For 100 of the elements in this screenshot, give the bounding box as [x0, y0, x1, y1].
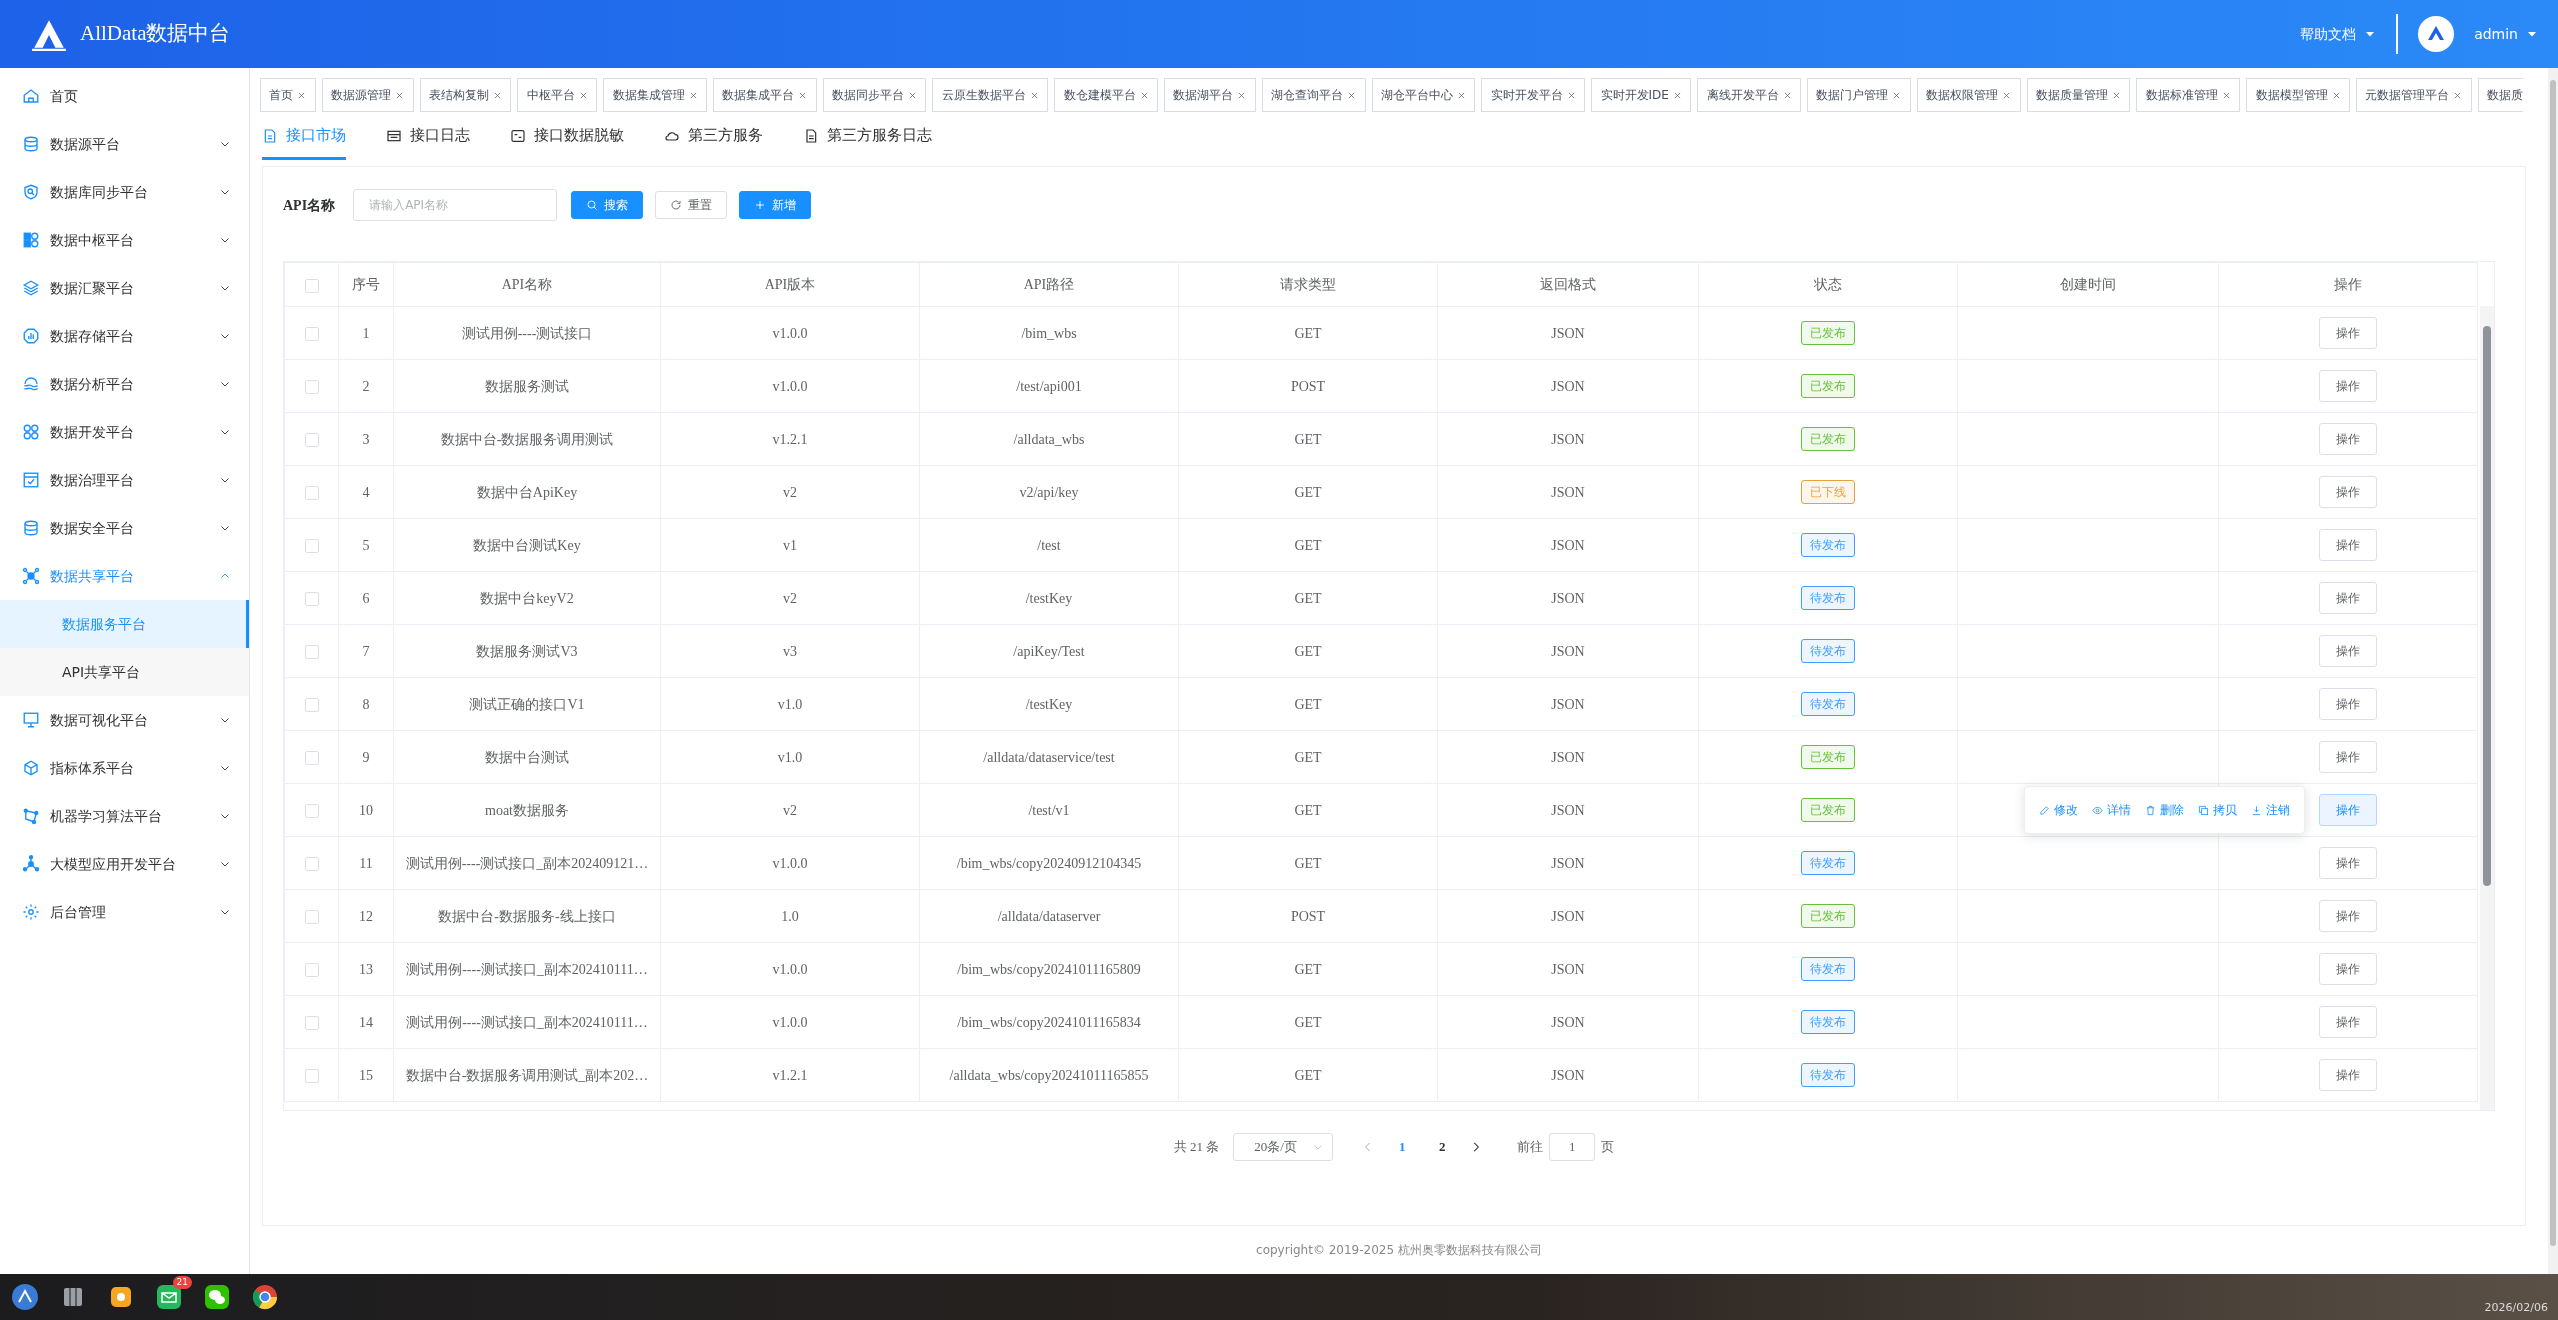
sidebar-item[interactable]: 指标体系平台: [0, 744, 249, 792]
page-input[interactable]: 1: [1549, 1133, 1596, 1161]
close-icon[interactable]: [798, 90, 808, 100]
sidebar-item[interactable]: 后台管理: [0, 888, 249, 936]
checkbox[interactable]: [304, 804, 319, 819]
sidebar-item[interactable]: 数据中枢平台: [0, 216, 249, 264]
close-icon[interactable]: [1029, 90, 1039, 100]
avatar-icon[interactable]: [2418, 16, 2455, 52]
close-icon[interactable]: [395, 90, 405, 100]
page-tab[interactable]: 数据集成平台: [712, 78, 817, 112]
checkbox[interactable]: [304, 1016, 319, 1031]
action-button[interactable]: 操作: [2319, 741, 2377, 773]
close-icon[interactable]: [2002, 90, 2012, 100]
sidebar-item[interactable]: 大模型应用开发平台: [0, 840, 249, 888]
checkbox[interactable]: [304, 486, 319, 501]
page-tab[interactable]: 元数据管理平台: [2356, 78, 2472, 112]
sidebar-item[interactable]: 首页: [0, 72, 249, 120]
tab[interactable]: 接口数据脱敏: [510, 114, 624, 160]
close-icon[interactable]: [1566, 90, 1576, 100]
checkbox[interactable]: [304, 592, 319, 607]
close-icon[interactable]: [2221, 90, 2231, 100]
sidebar-item[interactable]: 数据分析平台: [0, 360, 249, 408]
sidebar-item[interactable]: 数据治理平台: [0, 456, 249, 504]
browser-icon[interactable]: [250, 1282, 280, 1312]
action-button[interactable]: 操作: [2319, 1059, 2377, 1091]
checkbox[interactable]: [304, 698, 319, 713]
page-tab[interactable]: 首页: [260, 78, 316, 112]
close-icon[interactable]: [1457, 90, 1466, 100]
page-tab[interactable]: 实时开发平台: [1481, 78, 1586, 112]
page-tab[interactable]: 数据集成管理: [603, 78, 707, 112]
action-button[interactable]: 操作: [2319, 317, 2377, 349]
action-button[interactable]: 操作: [2319, 476, 2377, 508]
checkbox[interactable]: [304, 645, 319, 660]
table-scrollbar[interactable]: [2480, 306, 2494, 1110]
launcher-icon[interactable]: [10, 1282, 40, 1312]
page-scrollbar[interactable]: [2548, 68, 2558, 1274]
page-tab[interactable]: 数据模型管理: [2246, 78, 2350, 112]
action-button[interactable]: 操作: [2319, 582, 2377, 614]
page-tab[interactable]: 离线开发平台: [1697, 78, 1802, 112]
chat-icon[interactable]: [202, 1282, 232, 1312]
reset-button[interactable]: 重置: [655, 191, 728, 219]
page-tab[interactable]: 数据质量管理: [2026, 78, 2131, 112]
action-button[interactable]: 操作: [2319, 635, 2377, 667]
page-tab[interactable]: 湖仓平台中心: [1371, 78, 1476, 112]
checkbox[interactable]: [304, 539, 319, 554]
page-tab[interactable]: 数据同步平台: [822, 78, 927, 112]
action-button[interactable]: 操作: [2319, 423, 2377, 455]
page-tab[interactable]: 表结构复制: [419, 78, 512, 112]
page-number[interactable]: 2: [1429, 1137, 1456, 1157]
page-tab[interactable]: 数据质: [2477, 78, 2524, 112]
close-icon[interactable]: [2453, 90, 2463, 100]
page-tab[interactable]: 数据权限管理: [1916, 78, 2021, 112]
checkbox[interactable]: [304, 963, 319, 978]
close-icon[interactable]: [688, 90, 698, 100]
sidebar-item[interactable]: 数据可视化平台: [0, 696, 249, 744]
page-tab[interactable]: 实时开发IDE: [1591, 78, 1692, 112]
close-icon[interactable]: [1237, 90, 1247, 100]
page-tab[interactable]: 云原生数据平台: [932, 78, 1049, 112]
close-icon[interactable]: [1672, 90, 1682, 100]
checkbox[interactable]: [304, 278, 319, 293]
close-icon[interactable]: [2331, 90, 2341, 100]
page-tab[interactable]: 中枢平台: [517, 78, 598, 112]
sidebar-item[interactable]: 数据库同步平台: [0, 168, 249, 216]
close-icon[interactable]: [1782, 90, 1792, 100]
close-icon[interactable]: [908, 90, 918, 100]
page-size-select[interactable]: 20条/页: [1233, 1133, 1334, 1161]
page-tab[interactable]: 数据标准管理: [2136, 78, 2241, 112]
checkbox[interactable]: [304, 857, 319, 872]
action-button[interactable]: 操作: [2319, 688, 2377, 720]
close-icon[interactable]: [492, 90, 502, 100]
sidebar-item[interactable]: 数据存储平台: [0, 312, 249, 360]
sidebar-item[interactable]: 数据源平台: [0, 120, 249, 168]
page-tab[interactable]: 数据源管理: [321, 78, 414, 112]
action-button[interactable]: 操作: [2319, 953, 2377, 985]
page-tab[interactable]: 湖仓查询平台: [1261, 78, 1366, 112]
sidebar-item[interactable]: 数据开发平台: [0, 408, 249, 456]
action-button[interactable]: 操作: [2319, 900, 2377, 932]
action-button[interactable]: 操作: [2319, 1006, 2377, 1038]
help-menu[interactable]: 帮助文档: [2300, 23, 2377, 45]
tab[interactable]: 接口日志: [386, 114, 470, 160]
close-icon[interactable]: [1139, 90, 1149, 100]
close-icon[interactable]: [578, 90, 588, 100]
tab[interactable]: 第三方服务日志: [803, 114, 932, 160]
search-field[interactable]: 请输入API名称: [353, 189, 558, 221]
close-icon[interactable]: [1892, 90, 1902, 100]
page-tab[interactable]: 数据门户管理: [1807, 78, 1911, 112]
checkbox[interactable]: [304, 327, 319, 342]
page-tab[interactable]: 数仓建模平台: [1054, 78, 1159, 112]
sidebar-item[interactable]: 机器学习算法平台: [0, 792, 249, 840]
close-icon[interactable]: [1347, 90, 1357, 100]
checkbox[interactable]: [304, 751, 319, 766]
sidebar-item[interactable]: 数据安全平台: [0, 504, 249, 552]
checkbox[interactable]: [304, 433, 319, 448]
sidebar-item[interactable]: 数据汇聚平台: [0, 264, 249, 312]
checkbox[interactable]: [304, 380, 319, 395]
action-button[interactable]: 操作: [2319, 529, 2377, 561]
close-icon[interactable]: [2112, 90, 2122, 100]
action-button[interactable]: 操作: [2319, 370, 2377, 402]
checkbox[interactable]: [304, 910, 319, 925]
close-icon[interactable]: [297, 90, 307, 100]
